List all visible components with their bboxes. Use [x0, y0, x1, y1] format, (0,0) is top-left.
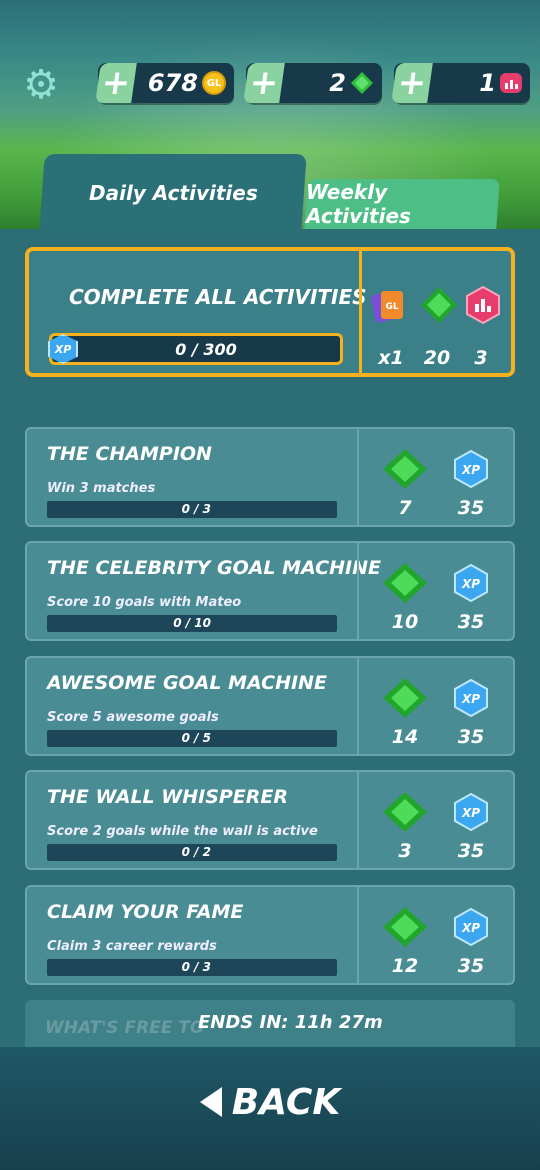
activity-title: AWESOME GOAL MACHINE [47, 672, 327, 694]
tab-weekly-activities[interactable]: Weekly Activities [304, 179, 500, 229]
gem-icon [383, 792, 427, 832]
gem-reward-value: 3 [398, 840, 412, 862]
trophy-badge-icon [466, 285, 500, 325]
activity-progress: 0 / 10 [47, 615, 337, 632]
cards-icon: GL [370, 291, 403, 323]
coins-value: 678 [147, 69, 198, 97]
reward-trophy-value: 3 [474, 347, 488, 369]
trophy-value: 1 [479, 69, 496, 97]
tab-weekly-label: Weekly Activities [306, 180, 411, 228]
xp-icon: XP [454, 449, 488, 489]
xp-icon: XP [454, 563, 488, 603]
complete-all-card: COMPLETE ALL ACTIVITIES XP 0 / 300 GL x1… [25, 247, 515, 377]
activity-description: Score 5 awesome goals [47, 710, 219, 725]
divider [357, 772, 359, 868]
back-button[interactable]: BACK [180, 1070, 360, 1134]
divider [357, 887, 359, 983]
add-gems-button[interactable]: + [243, 63, 285, 103]
activity-progress: 0 / 2 [47, 844, 337, 861]
svg-text:XP: XP [461, 577, 480, 591]
add-coins-button[interactable]: + [95, 63, 137, 103]
gem-reward-value: 14 [391, 726, 419, 748]
xp-icon: XP [48, 334, 78, 364]
tab-daily-activities[interactable]: Daily Activities [39, 154, 307, 232]
add-trophy-button[interactable]: + [391, 63, 433, 103]
xp-reward-value: 35 [457, 497, 485, 519]
svg-text:XP: XP [461, 806, 480, 820]
activity-description: Claim 3 career rewards [47, 939, 217, 954]
gems-value: 2 [329, 69, 346, 97]
xp-icon: XP [454, 678, 488, 718]
gems-counter: + 2 [243, 63, 382, 103]
activity-description: Score 2 goals while the wall is active [47, 824, 318, 839]
top-bar: ⚙ + 678 GL + 2 + 1 [0, 58, 540, 108]
divider [357, 543, 359, 639]
svg-text:GL: GL [385, 302, 398, 312]
divider [357, 429, 359, 525]
xp-reward-value: 35 [457, 840, 485, 862]
activity-card[interactable]: THE CHAMPION Win 3 matches 0 / 3 XP 7 35 [25, 427, 515, 527]
gem-icon [351, 72, 373, 94]
svg-text:XP: XP [461, 692, 480, 706]
partial-activity-title: WHAT'S FREE TO [45, 1018, 205, 1038]
xp-icon: XP [454, 792, 488, 832]
xp-reward-value: 35 [457, 726, 485, 748]
gem-icon [383, 907, 427, 947]
activity-title: CLAIM YOUR FAME [47, 901, 244, 923]
divider [357, 658, 359, 754]
divider [359, 251, 362, 373]
coin-icon: GL [202, 71, 226, 95]
activity-description: Win 3 matches [47, 481, 156, 496]
trophy-badge-icon [500, 73, 522, 93]
activity-card[interactable]: THE WALL WHISPERER Score 2 goals while t… [25, 770, 515, 870]
complete-all-progress-bar: XP 0 / 300 [48, 333, 343, 365]
reward-gems-value: 20 [423, 347, 451, 369]
svg-text:XP: XP [461, 921, 480, 935]
activity-card[interactable]: THE CELEBRITY GOAL MACHINE Score 10 goal… [25, 541, 515, 641]
activity-title: THE CELEBRITY GOAL MACHINE [47, 557, 381, 579]
activity-description: Score 10 goals with Mateo [47, 595, 242, 610]
gem-icon [383, 678, 427, 718]
tab-daily-label: Daily Activities [88, 181, 258, 205]
gem-reward-value: 10 [391, 611, 419, 633]
gem-icon [383, 563, 427, 603]
xp-reward-value: 35 [457, 611, 485, 633]
gear-icon[interactable]: ⚙ [20, 64, 62, 106]
svg-text:XP: XP [461, 463, 480, 477]
coins-counter: + 678 GL [95, 63, 234, 103]
activity-title: THE CHAMPION [47, 443, 212, 465]
back-arrow-icon [199, 1087, 222, 1117]
gem-reward-value: 7 [398, 497, 412, 519]
activity-card[interactable]: CLAIM YOUR FAME Claim 3 career rewards 0… [25, 885, 515, 985]
gem-icon [421, 287, 457, 323]
xp-reward-value: 35 [457, 955, 485, 977]
complete-all-title: COMPLETE ALL ACTIVITIES [69, 285, 367, 309]
gem-reward-value: 12 [391, 955, 419, 977]
activity-title: THE WALL WHISPERER [47, 786, 289, 808]
activity-progress: 0 / 3 [47, 959, 337, 976]
activity-progress: 0 / 3 [47, 501, 337, 518]
complete-all-progress: 0 / 300 [175, 339, 237, 359]
ends-in-timer: ENDS IN: 11h 27m [198, 1012, 383, 1033]
trophy-counter: + 1 [391, 63, 530, 103]
activity-progress: 0 / 5 [47, 730, 337, 747]
reward-cards-value: x1 [378, 347, 404, 369]
gem-icon [383, 449, 427, 489]
activity-card[interactable]: AWESOME GOAL MACHINE Score 5 awesome goa… [25, 656, 515, 756]
xp-icon: XP [454, 907, 488, 947]
back-label: BACK [231, 1081, 341, 1123]
